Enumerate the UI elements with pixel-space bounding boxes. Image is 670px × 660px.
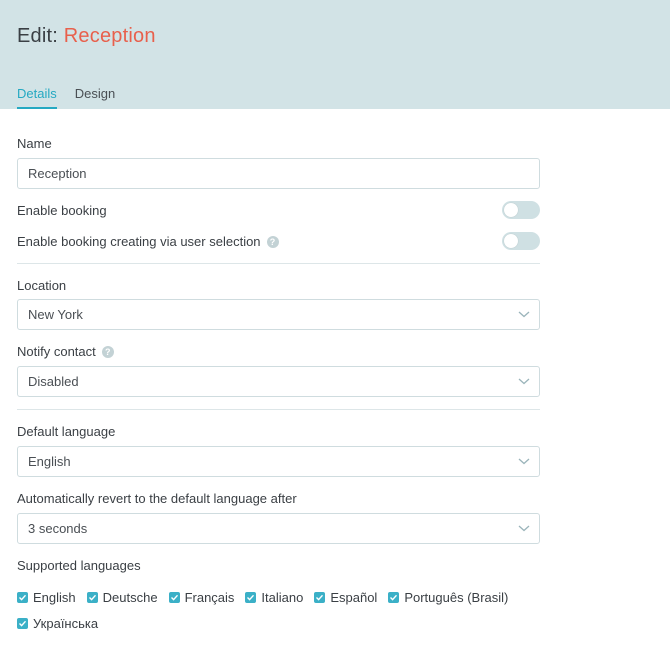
notify-contact-label: Notify contact: [17, 344, 96, 359]
notify-contact-label-row: Notify contact?: [17, 344, 114, 359]
checkmark-icon: [88, 594, 96, 601]
checkmark-icon: [247, 594, 255, 601]
checkbox[interactable]: [86, 591, 98, 603]
language-checkbox-portugues[interactable]: Português (Brasil): [388, 590, 508, 605]
chevron-down-icon: [518, 376, 530, 386]
enable-user-selection-label-row: Enable booking creating via user selecti…: [17, 234, 279, 249]
checkmark-icon: [316, 594, 324, 601]
question-mark-icon[interactable]: ?: [266, 235, 279, 248]
question-mark-icon[interactable]: ?: [101, 345, 114, 358]
revert-label: Automatically revert to the default lang…: [17, 491, 297, 506]
language-checkbox-english[interactable]: English: [17, 590, 76, 605]
language-checkbox-espanol[interactable]: Español: [314, 590, 377, 605]
checkbox[interactable]: [17, 591, 28, 603]
language-label: English: [33, 589, 76, 605]
name-input[interactable]: [17, 158, 540, 189]
title-prefix: Edit:: [17, 25, 64, 47]
enable-booking-toggle[interactable]: [502, 201, 540, 219]
location-select[interactable]: New York: [17, 299, 540, 330]
section-divider: [17, 263, 540, 264]
page-title: Edit: Reception: [17, 25, 156, 48]
tab-bar: Details Design: [17, 86, 115, 109]
checkbox-row: Українська: [17, 615, 617, 631]
location-label: Location: [17, 278, 67, 293]
checkmark-icon: [19, 594, 27, 601]
checkmark-icon: [170, 594, 178, 601]
location-value: New York: [28, 307, 83, 322]
checkbox-row: English Deutsche Français Italiano Españ…: [17, 589, 617, 605]
checkmark-icon: [19, 620, 27, 627]
language-checkbox-francais[interactable]: Français: [168, 589, 235, 605]
chevron-down-icon: [518, 309, 530, 319]
language-label: Українська: [33, 615, 99, 631]
notify-contact-value: Disabled: [28, 374, 79, 389]
name-label: Name: [17, 136, 52, 151]
language-label: Português (Brasil): [404, 589, 509, 605]
chevron-down-icon: [518, 456, 530, 466]
language-checkbox-deutsche[interactable]: Deutsche: [86, 589, 158, 605]
tab-design[interactable]: Design: [75, 86, 115, 109]
checkbox[interactable]: [388, 591, 400, 603]
checkmark-icon: [390, 594, 398, 601]
toggle-knob: [504, 234, 518, 248]
default-language-label: Default language: [17, 424, 116, 439]
default-language-value: English: [28, 454, 71, 469]
supported-languages-list: English Deutsche Français Italiano Españ…: [17, 589, 617, 631]
chevron-down-icon: [518, 523, 530, 533]
tab-details[interactable]: Details: [17, 86, 57, 109]
title-name: Reception: [63, 25, 156, 47]
checkbox[interactable]: [17, 617, 28, 629]
default-language-select[interactable]: English: [17, 446, 540, 477]
toggle-knob: [504, 203, 518, 217]
section-divider: [17, 409, 540, 410]
revert-select[interactable]: 3 seconds: [17, 513, 540, 544]
checkbox[interactable]: [168, 591, 180, 603]
notify-contact-select[interactable]: Disabled: [17, 366, 540, 397]
language-checkbox-italiano[interactable]: Italiano: [245, 590, 303, 605]
enable-user-selection-label: Enable booking creating via user selecti…: [17, 234, 261, 249]
revert-value: 3 seconds: [28, 521, 88, 536]
page-header: Edit: Reception Details Design: [0, 0, 670, 109]
supported-languages-label: Supported languages: [17, 558, 141, 573]
enable-user-selection-toggle[interactable]: [502, 232, 540, 250]
checkbox[interactable]: [314, 591, 326, 603]
language-label: Français: [184, 589, 235, 605]
language-label: Español: [330, 589, 378, 605]
language-label: Italiano: [261, 589, 304, 605]
checkbox[interactable]: [245, 591, 257, 603]
language-checkbox-ukrainian[interactable]: Українська: [17, 616, 98, 631]
language-label: Deutsche: [102, 589, 158, 605]
enable-booking-label: Enable booking: [17, 203, 107, 218]
